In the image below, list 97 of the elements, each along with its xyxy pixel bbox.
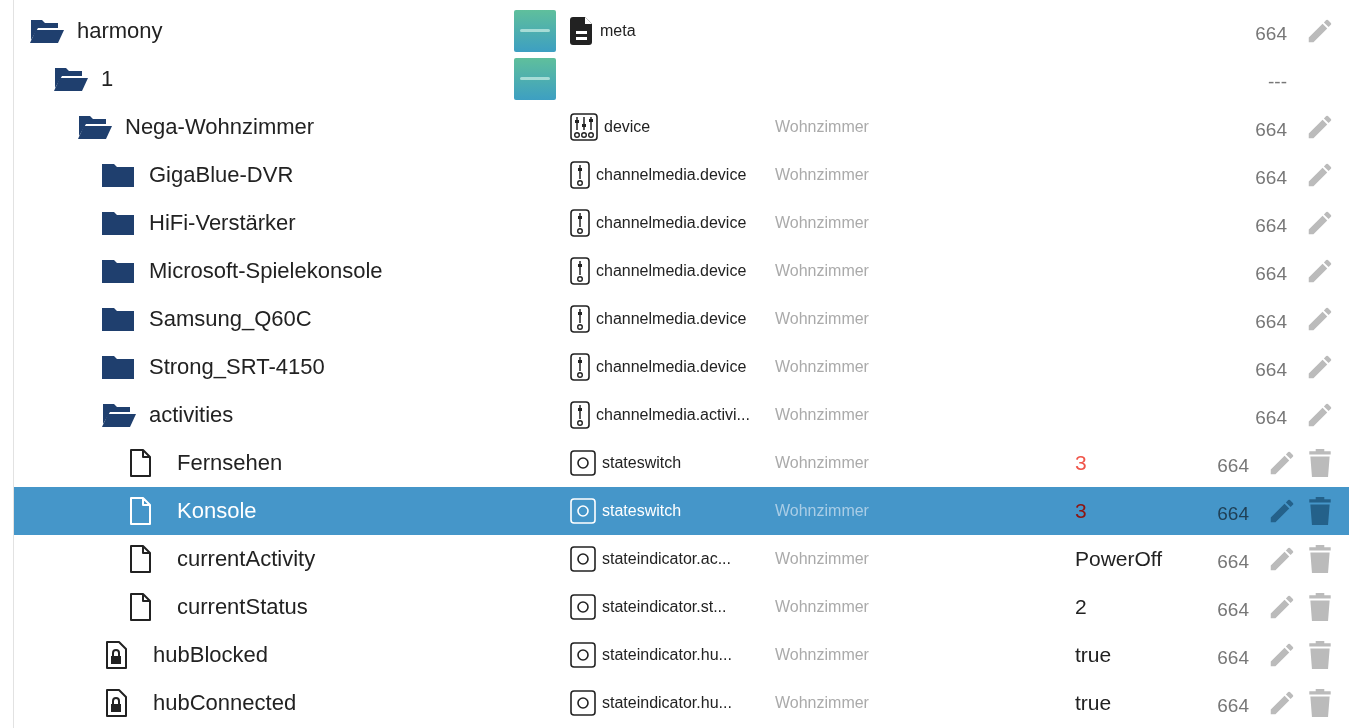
type-label: stateswitch <box>602 454 682 472</box>
type-label: channelmedia.device <box>596 166 747 184</box>
acl-value: 664 <box>1217 647 1249 669</box>
acl-value: 664 <box>1255 359 1287 381</box>
type-label: channelmedia.device <box>596 310 747 328</box>
acl-value: 664 <box>1255 407 1287 429</box>
slider-icon <box>570 161 590 189</box>
tree-item-name[interactable]: currentActivity <box>177 546 316 572</box>
state-icon <box>570 594 596 620</box>
delete-icon[interactable] <box>1307 640 1333 670</box>
room-label: Wohnzimmer <box>775 406 869 423</box>
tree-item-name[interactable]: hubConnected <box>153 690 297 716</box>
tree-item-name[interactable]: Nega-Wohnzimmer <box>125 114 315 140</box>
acl-value: 664 <box>1217 695 1249 717</box>
acl-value: 664 <box>1217 455 1249 477</box>
open-folder-icon[interactable] <box>53 66 89 92</box>
delete-icon[interactable] <box>1307 496 1333 526</box>
tree-item-name[interactable]: GigaBlue-DVR <box>149 162 294 188</box>
slider-icon <box>570 353 590 381</box>
type-label: channelmedia.device <box>596 358 747 376</box>
state-value: true <box>1075 691 1112 715</box>
type-label: stateindicator.hu... <box>602 694 732 712</box>
open-folder-icon[interactable] <box>29 18 65 44</box>
folder-icon[interactable] <box>101 162 135 188</box>
room-label: Wohnzimmer <box>775 502 869 519</box>
slider-icon <box>570 401 590 429</box>
acl-value: 664 <box>1217 551 1249 573</box>
room-label: Wohnzimmer <box>775 358 869 375</box>
file-icon <box>129 449 151 477</box>
locked-file-icon <box>105 689 127 717</box>
delete-icon[interactable] <box>1307 592 1333 622</box>
state-icon <box>570 642 596 668</box>
type-label: meta <box>600 22 636 40</box>
type-label: stateindicator.st... <box>602 598 727 616</box>
tree-item-name[interactable]: hubBlocked <box>153 642 268 668</box>
tree-item-name[interactable]: harmony <box>77 18 163 44</box>
type-label: stateindicator.hu... <box>602 646 732 664</box>
tree-item-name[interactable]: currentStatus <box>177 594 308 620</box>
slider-icon <box>570 209 590 237</box>
state-value: true <box>1075 643 1112 667</box>
open-folder-icon[interactable] <box>101 402 137 428</box>
state-icon <box>570 546 596 572</box>
document-icon <box>570 16 594 46</box>
type-label: channelmedia.device <box>596 214 747 232</box>
folder-icon[interactable] <box>101 210 135 236</box>
acl-value: 664 <box>1255 215 1287 237</box>
acl-value: 664 <box>1255 23 1287 45</box>
locked-file-icon <box>105 641 127 669</box>
acl-value: 664 <box>1217 503 1249 525</box>
sliders-icon <box>570 113 598 141</box>
file-icon <box>129 497 151 525</box>
state-value: 3 <box>1075 499 1087 523</box>
slider-icon <box>570 257 590 285</box>
room-label: Wohnzimmer <box>775 214 869 231</box>
file-icon <box>129 593 151 621</box>
delete-icon[interactable] <box>1307 544 1333 574</box>
tree-item-name[interactable]: 1 <box>101 66 114 92</box>
tree-item-name[interactable]: activities <box>149 402 234 428</box>
type-label: stateindicator.ac... <box>602 550 731 568</box>
acl-value: 664 <box>1217 599 1249 621</box>
delete-icon[interactable] <box>1307 448 1333 478</box>
tree-item-name[interactable]: HiFi-Verstärker <box>149 210 296 236</box>
type-label: stateswitch <box>602 502 682 520</box>
folder-icon[interactable] <box>101 306 135 332</box>
acl-value: 664 <box>1255 167 1287 189</box>
room-label: Wohnzimmer <box>775 262 869 279</box>
tree-item-name[interactable]: Microsoft-Spielekonsole <box>149 258 383 284</box>
room-label: Wohnzimmer <box>775 598 869 615</box>
open-folder-icon[interactable] <box>77 114 113 140</box>
acl-value: 664 <box>1255 263 1287 285</box>
type-label: channelmedia.device <box>596 262 747 280</box>
folder-icon[interactable] <box>101 354 135 380</box>
tree-item-name[interactable]: Fernsehen <box>177 450 283 476</box>
room-label: Wohnzimmer <box>775 118 869 135</box>
type-label: channelmedia.activi... <box>596 406 750 424</box>
state-value: 3 <box>1075 451 1087 475</box>
acl-value: 664 <box>1255 119 1287 141</box>
acl-value: --- <box>1268 71 1287 93</box>
folder-icon[interactable] <box>101 258 135 284</box>
state-icon <box>570 690 596 716</box>
acl-value: 664 <box>1255 311 1287 333</box>
tree-item-name[interactable]: Samsung_Q60C <box>149 306 312 332</box>
room-label: Wohnzimmer <box>775 646 869 663</box>
state-value: PowerOff <box>1075 547 1163 571</box>
state-icon <box>570 450 596 476</box>
type-label: device <box>604 118 651 136</box>
tree-item-name[interactable]: Strong_SRT-4150 <box>149 354 325 380</box>
room-label: Wohnzimmer <box>775 310 869 327</box>
delete-icon[interactable] <box>1307 688 1333 718</box>
room-label: Wohnzimmer <box>775 694 869 711</box>
room-label: Wohnzimmer <box>775 454 869 471</box>
room-label: Wohnzimmer <box>775 166 869 183</box>
state-value: 2 <box>1075 595 1087 619</box>
room-label: Wohnzimmer <box>775 550 869 567</box>
slider-icon <box>570 305 590 333</box>
file-icon <box>129 545 151 573</box>
state-icon <box>570 498 596 524</box>
